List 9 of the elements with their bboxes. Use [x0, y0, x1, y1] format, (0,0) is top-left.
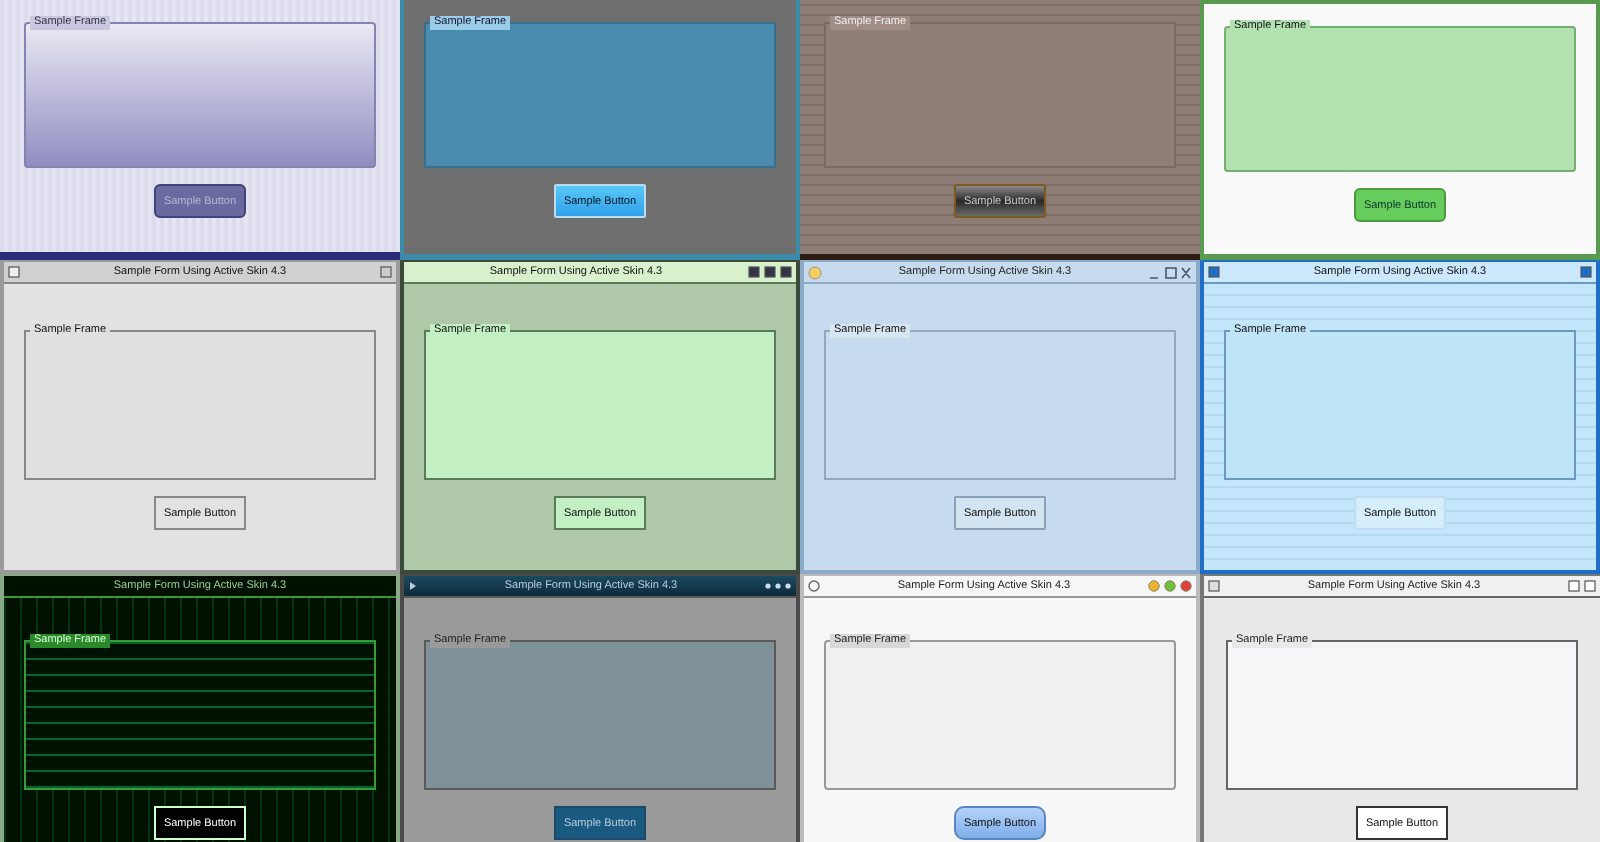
window-button-icon[interactable]	[380, 266, 392, 278]
window-menu-icon[interactable]	[8, 266, 20, 278]
window-menu-icon[interactable]	[1208, 266, 1220, 278]
window-button-icon[interactable]	[1580, 266, 1592, 278]
circle-icon[interactable]	[808, 580, 820, 592]
window-controls-icon[interactable]	[1148, 265, 1192, 279]
window-controls-icon[interactable]	[764, 582, 792, 590]
window-menu-icon[interactable]	[1208, 580, 1220, 592]
arrow-icon[interactable]	[408, 580, 418, 592]
